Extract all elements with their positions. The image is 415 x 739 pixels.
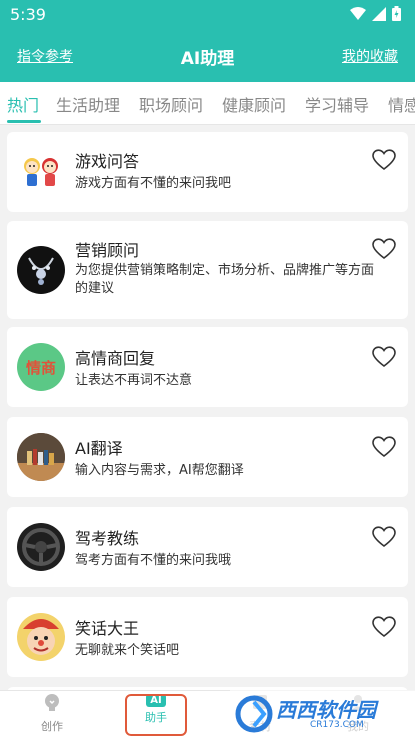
favorite-heart-icon[interactable] bbox=[372, 526, 396, 548]
tab-emotion[interactable]: 情感 bbox=[388, 92, 415, 116]
favorite-heart-icon[interactable] bbox=[372, 149, 396, 171]
assistant-card-game-qa[interactable]: 游戏问答 游戏方面有不懂的来问我吧 bbox=[7, 132, 408, 212]
highlight-box bbox=[125, 694, 187, 736]
card-title: 高情商回复 bbox=[75, 349, 156, 368]
eq-avatar: 情商 bbox=[17, 343, 65, 391]
wifi-icon bbox=[350, 6, 366, 20]
signal-icon bbox=[372, 6, 386, 21]
card-description: 输入内容与需求，AI帮您翻译 bbox=[75, 463, 244, 478]
tab-workplace-advisor[interactable]: 职场顾问 bbox=[139, 92, 203, 116]
card-title: 营销顾问 bbox=[75, 241, 140, 260]
my-favorites-link[interactable]: 我的收藏 bbox=[342, 46, 398, 66]
card-description: 无聊就来个笑话吧 bbox=[75, 643, 180, 658]
eq-avatar-text: 情商 bbox=[25, 358, 56, 377]
assistant-card-driving-coach[interactable]: 驾考教练 驾考方面有不懂的来问我哦 bbox=[7, 507, 408, 587]
favorite-heart-icon[interactable] bbox=[372, 346, 396, 368]
lightbulb-icon bbox=[45, 694, 59, 711]
nav-create[interactable]: 创作 bbox=[12, 693, 92, 734]
clown-avatar bbox=[17, 613, 65, 661]
card-title: 笑话大王 bbox=[75, 619, 140, 638]
assistant-card-ai-translate[interactable]: AI翻译 输入内容与需求，AI帮您翻译 bbox=[7, 417, 408, 497]
tab-study-tutor[interactable]: 学习辅导 bbox=[305, 92, 369, 116]
steering-wheel-avatar bbox=[17, 523, 65, 571]
watermark: 西西软件园 CR173.COM bbox=[230, 690, 415, 738]
cartoon-couple-avatar bbox=[17, 148, 65, 196]
status-icons bbox=[350, 6, 401, 21]
card-description: 让表达不再词不达意 bbox=[75, 373, 193, 388]
active-tab-indicator bbox=[7, 120, 41, 123]
tab-hot[interactable]: 热门 bbox=[7, 92, 39, 116]
tab-health-advisor[interactable]: 健康顾问 bbox=[222, 92, 286, 116]
watermark-text: 西西软件园 bbox=[276, 698, 376, 722]
watermark-subtext: CR173.COM bbox=[310, 720, 364, 730]
status-bar: 5:39 bbox=[0, 0, 415, 30]
watermark-logo-icon bbox=[235, 695, 273, 733]
favorite-heart-icon[interactable] bbox=[372, 238, 396, 260]
card-description: 驾考方面有不懂的来问我哦 bbox=[75, 553, 232, 568]
card-title: 驾考教练 bbox=[75, 529, 140, 548]
favorite-heart-icon[interactable] bbox=[372, 436, 396, 458]
necklace-avatar bbox=[17, 246, 65, 294]
card-title: 游戏问答 bbox=[75, 152, 140, 171]
card-description: 为您提供营销策略制定、市场分析、品牌推广等方面的建议 bbox=[75, 263, 375, 296]
card-description: 游戏方面有不懂的来问我吧 bbox=[75, 176, 232, 191]
status-time: 5:39 bbox=[10, 5, 46, 24]
assistant-list: 游戏问答 游戏方面有不懂的来问我吧 营销顾问 为您提供营销策略制定、市场分析、品… bbox=[0, 125, 415, 690]
books-avatar bbox=[17, 433, 65, 481]
card-title: AI翻译 bbox=[75, 439, 123, 458]
tab-life-assistant[interactable]: 生活助理 bbox=[56, 92, 120, 116]
favorite-heart-icon[interactable] bbox=[372, 616, 396, 638]
assistant-card-joke-king[interactable]: 笑话大王 无聊就来个笑话吧 bbox=[7, 597, 408, 677]
category-tabs: 热门 生活助理 职场顾问 健康顾问 学习辅导 情感 bbox=[0, 82, 415, 125]
app-bar: 指令参考 AI助理 我的收藏 bbox=[0, 30, 415, 82]
nav-create-label: 创作 bbox=[41, 720, 63, 733]
battery-icon bbox=[392, 6, 401, 21]
assistant-card-high-eq-reply[interactable]: 情商 高情商回复 让表达不再词不达意 bbox=[7, 327, 408, 407]
assistant-card-marketing[interactable]: 营销顾问 为您提供营销策略制定、市场分析、品牌推广等方面的建议 bbox=[7, 221, 408, 319]
